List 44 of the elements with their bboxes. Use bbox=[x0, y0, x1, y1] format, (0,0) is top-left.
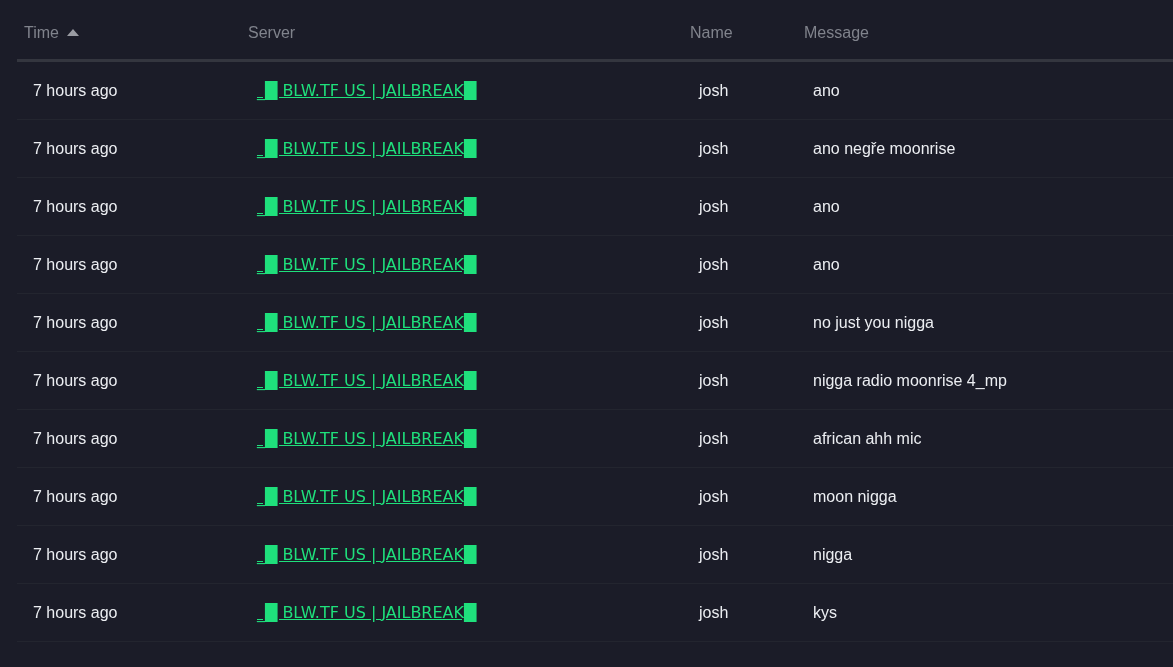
time-cell: 7 hours ago bbox=[33, 487, 118, 505]
time-cell: 7 hours ago bbox=[33, 603, 118, 621]
player-name: josh bbox=[699, 313, 729, 331]
time-cell: 7 hours ago bbox=[33, 81, 118, 99]
server-link[interactable]: _█ BLW.TF US | JAILBREAK█ bbox=[257, 428, 477, 448]
server-link[interactable]: _█ BLW.TF US | JAILBREAK█ bbox=[257, 196, 477, 216]
server-link[interactable]: _█ BLW.TF US | JAILBREAK█ bbox=[257, 80, 477, 100]
time-cell: 7 hours ago bbox=[33, 139, 118, 157]
chat-message: no just you nigga bbox=[813, 313, 934, 331]
server-link[interactable]: _█ BLW.TF US | JAILBREAK█ bbox=[257, 602, 477, 622]
chat-message: nigga bbox=[813, 545, 853, 563]
time-cell: 7 hours ago bbox=[33, 313, 118, 331]
player-name: josh bbox=[699, 139, 729, 157]
time-cell: 7 hours ago bbox=[33, 371, 118, 389]
column-header[interactable]: Server bbox=[248, 20, 296, 45]
player-name: josh bbox=[699, 197, 729, 215]
player-name: josh bbox=[699, 487, 729, 505]
server-link[interactable]: _█ BLW.TF US | JAILBREAK█ bbox=[257, 370, 477, 390]
player-name: josh bbox=[699, 603, 729, 621]
column-header[interactable]: Time bbox=[24, 20, 59, 45]
server-link[interactable]: _█ BLW.TF US | JAILBREAK█ bbox=[257, 486, 477, 506]
chat-message: nigga radio moonrise 4_mp bbox=[813, 371, 1007, 389]
chat-message: kys bbox=[813, 603, 837, 621]
column-header[interactable]: Name bbox=[690, 20, 733, 45]
chat-message: moon nigga bbox=[813, 487, 897, 505]
player-name: josh bbox=[699, 81, 729, 99]
chat-message: ano bbox=[813, 197, 840, 215]
player-name: josh bbox=[699, 429, 729, 447]
server-link[interactable]: _█ BLW.TF US | JAILBREAK█ bbox=[257, 544, 477, 564]
chat-message: ano bbox=[813, 81, 840, 99]
player-name: josh bbox=[699, 371, 729, 389]
column-header[interactable]: Message bbox=[804, 20, 869, 45]
time-cell: 7 hours ago bbox=[33, 429, 118, 447]
time-cell: 7 hours ago bbox=[33, 545, 118, 563]
time-cell: 7 hours ago bbox=[33, 255, 118, 273]
player-name: josh bbox=[699, 255, 729, 273]
server-link[interactable]: _█ BLW.TF US | JAILBREAK█ bbox=[257, 254, 477, 274]
chat-message: african ahh mic bbox=[813, 429, 922, 447]
time-cell: 7 hours ago bbox=[33, 197, 118, 215]
server-link[interactable]: _█ BLW.TF US | JAILBREAK█ bbox=[257, 138, 477, 158]
server-link[interactable]: _█ BLW.TF US | JAILBREAK█ bbox=[257, 312, 477, 332]
chat-message: ano bbox=[813, 255, 840, 273]
player-name: josh bbox=[699, 545, 729, 563]
chat-message: ano negře moonrise bbox=[813, 139, 956, 157]
